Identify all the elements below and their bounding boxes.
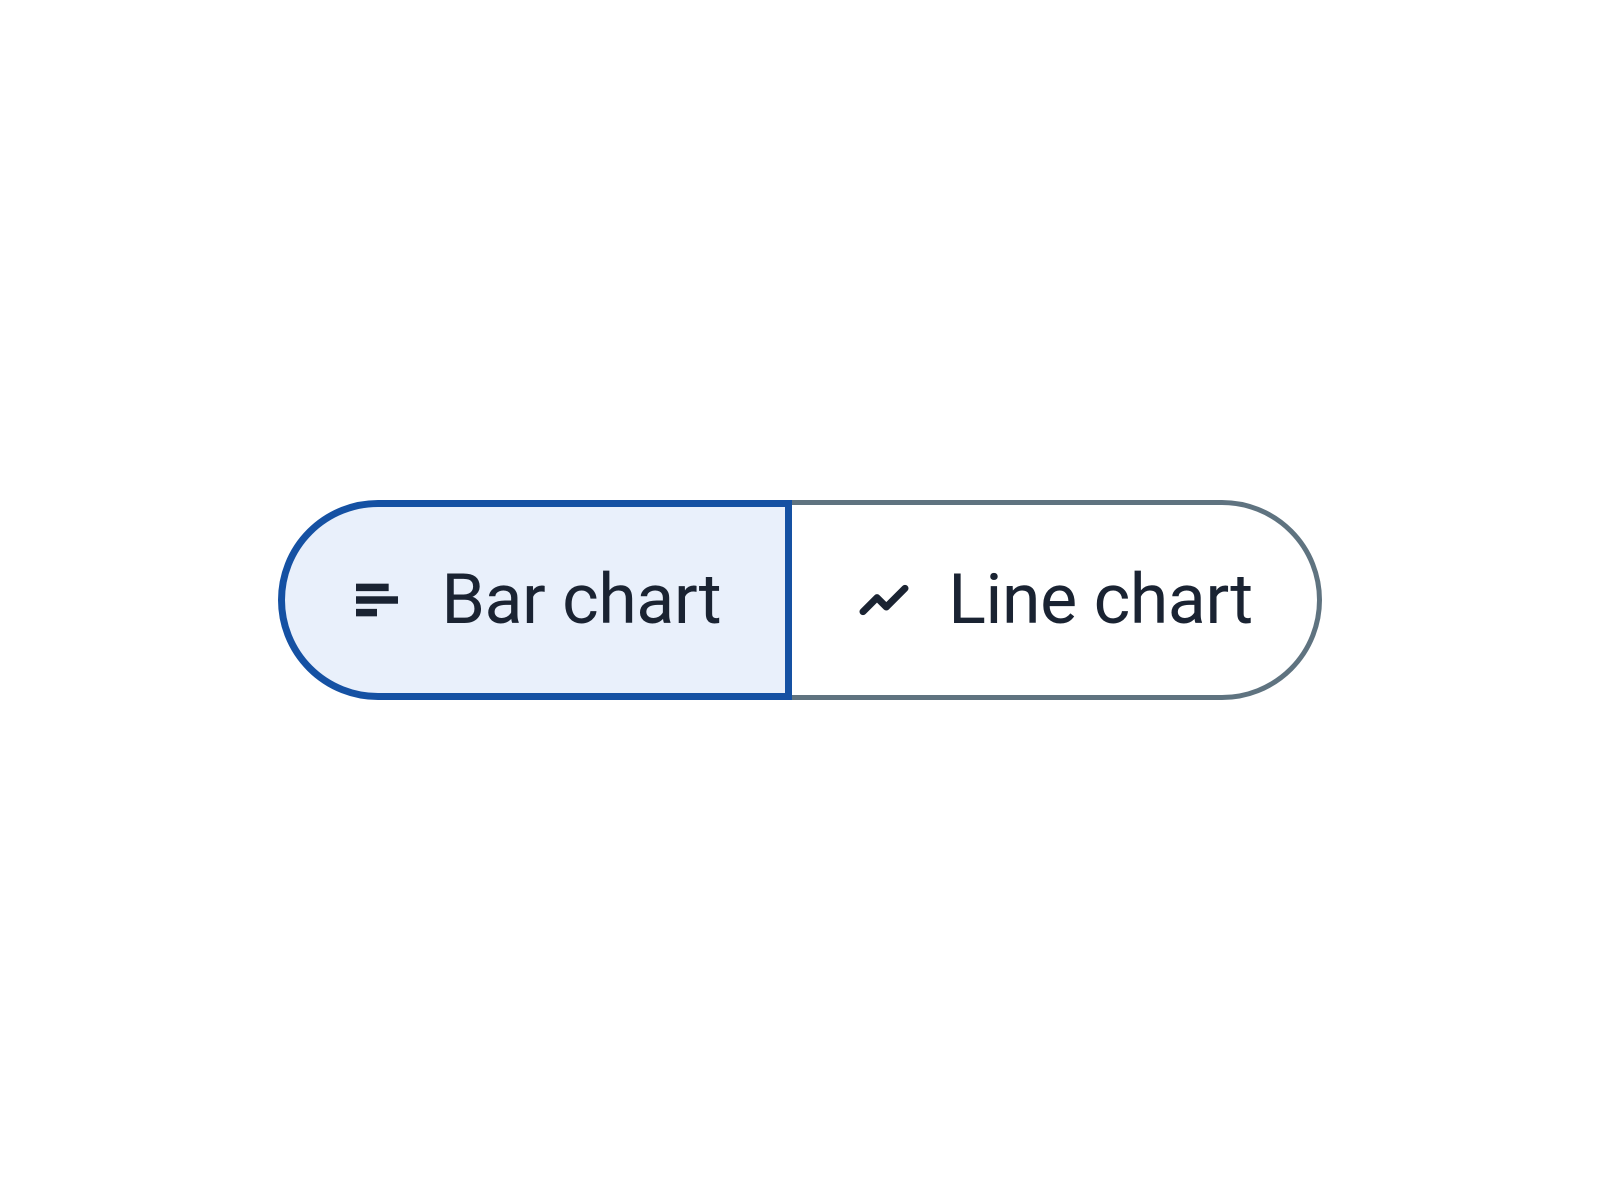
chart-type-toggle: Bar chart Line chart xyxy=(278,500,1321,700)
bar-chart-option[interactable]: Bar chart xyxy=(278,500,792,700)
bar-chart-icon xyxy=(349,572,405,628)
bar-chart-label: Bar chart xyxy=(441,559,721,641)
line-chart-icon xyxy=(856,572,912,628)
line-chart-label: Line chart xyxy=(948,559,1252,641)
line-chart-option[interactable]: Line chart xyxy=(787,500,1321,700)
